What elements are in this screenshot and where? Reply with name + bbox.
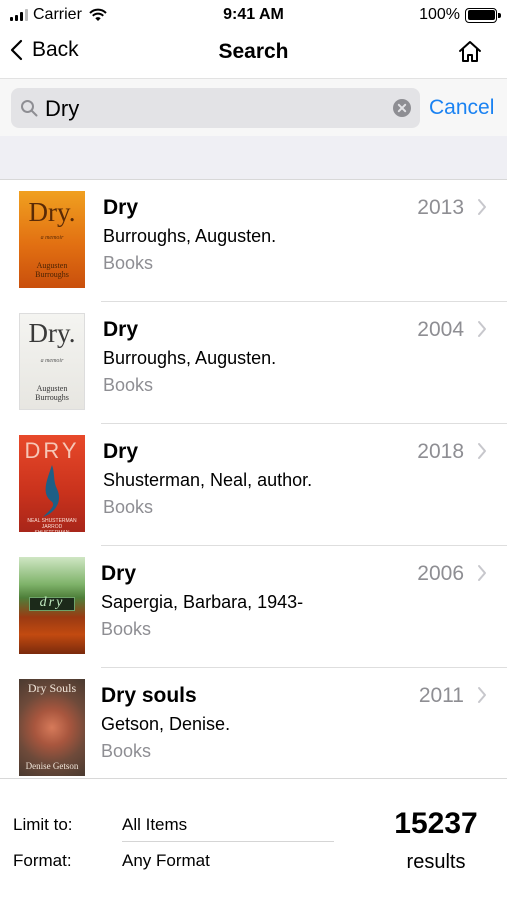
- chevron-right-icon: [478, 687, 486, 703]
- result-type: Books: [101, 619, 152, 639]
- chevron-right-icon: [478, 565, 486, 581]
- result-type: Books: [103, 253, 154, 273]
- result-type: Books: [103, 375, 154, 395]
- result-row[interactable]: DRY NEAL SHUSTERMAN JARROD SHUSTERMAN Dr…: [0, 424, 507, 546]
- result-author: Burroughs, Augusten.: [103, 226, 277, 246]
- result-count-label: results: [406, 851, 466, 873]
- limit-selector[interactable]: All Items: [122, 815, 187, 835]
- search-input[interactable]: Dry: [11, 88, 420, 128]
- battery-icon: [465, 7, 501, 23]
- result-row[interactable]: Dry Souls Denise Getson Dry souls Getson…: [0, 668, 507, 778]
- format-label: Format:: [13, 851, 72, 870]
- chevron-right-icon: [478, 443, 486, 459]
- section-spacer: [0, 136, 507, 180]
- search-icon: [21, 100, 38, 117]
- result-count: 15237: [394, 807, 478, 840]
- search-row: Dry Cancel: [0, 78, 507, 136]
- results-list[interactable]: Dry. a memoir Augusten Burroughs Dry Bur…: [0, 180, 507, 778]
- book-cover: Dry. a memoir Augusten Burroughs: [19, 191, 85, 288]
- battery-percent: 100%: [419, 6, 460, 23]
- book-cover: DRY NEAL SHUSTERMAN JARROD SHUSTERMAN: [19, 435, 85, 532]
- result-row[interactable]: Dry. a memoir Augusten Burroughs Dry Bur…: [0, 180, 507, 302]
- result-author: Sapergia, Barbara, 1943-: [101, 592, 304, 612]
- book-cover: Dry Souls Denise Getson: [19, 679, 85, 776]
- result-type: Books: [101, 741, 152, 761]
- result-row[interactable]: dry Dry Sapergia, Barbara, 1943- Books 2…: [0, 546, 507, 668]
- page-title: Search: [218, 40, 289, 63]
- filter-divider: [122, 841, 334, 842]
- result-year: 2011: [418, 684, 464, 707]
- book-cover: Dry. a memoir Augusten Burroughs: [19, 313, 85, 410]
- result-title: Dry souls: [101, 684, 197, 707]
- status-right: 100%: [419, 6, 501, 24]
- nav-bar: Back Search: [0, 30, 507, 78]
- home-icon[interactable]: [457, 39, 483, 65]
- clear-icon[interactable]: [393, 99, 411, 117]
- result-author: Shusterman, Neal, author.: [103, 470, 313, 490]
- result-type: Books: [103, 497, 154, 517]
- result-year: 2018: [417, 440, 464, 463]
- result-title: Dry: [103, 318, 139, 341]
- cover-artwork: [43, 465, 60, 517]
- result-title: Dry: [101, 562, 137, 585]
- limit-label: Limit to:: [13, 815, 73, 834]
- chevron-right-icon: [478, 321, 486, 337]
- result-author: Getson, Denise.: [101, 714, 231, 734]
- status-bar: Carrier 9:41 AM 100%: [0, 0, 507, 30]
- cancel-button[interactable]: Cancel: [429, 96, 494, 120]
- result-title: Dry: [103, 440, 139, 463]
- result-author: Burroughs, Augusten.: [103, 348, 277, 368]
- result-year: 2006: [417, 562, 464, 585]
- result-year: 2013: [417, 196, 464, 219]
- result-year: 2004: [417, 318, 464, 341]
- search-query[interactable]: Dry: [45, 96, 79, 122]
- result-row[interactable]: Dry. a memoir Augusten Burroughs Dry Bur…: [0, 302, 507, 424]
- filter-bar: Limit to: All Items Format: Any Format 1…: [0, 778, 507, 900]
- chevron-right-icon: [478, 199, 486, 215]
- format-selector[interactable]: Any Format: [122, 851, 210, 871]
- book-cover: dry: [19, 557, 85, 654]
- result-title: Dry: [103, 196, 139, 219]
